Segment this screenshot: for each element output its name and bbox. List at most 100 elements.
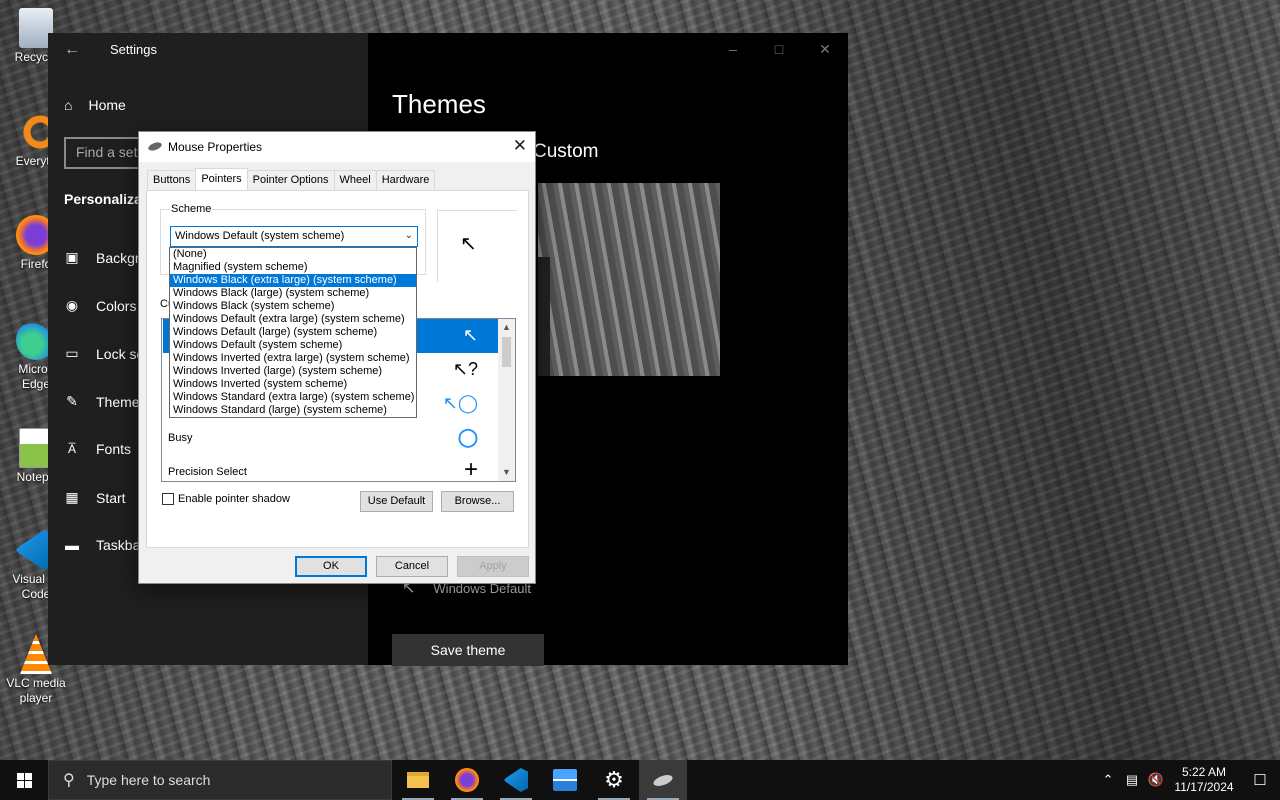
system-tray: ⌃ ▤ 🔇 5:22 AM 11/17/2024 ☐ [1096,760,1280,800]
cancel-button[interactable]: Cancel [376,556,448,577]
scroll-thumb[interactable] [502,337,511,367]
clock[interactable]: 5:22 AM 11/17/2024 [1168,765,1240,795]
ok-button[interactable]: OK [295,556,367,577]
back-arrow-icon[interactable]: ← [64,41,80,59]
mouse-properties-dialog: Mouse Properties ✕ Buttons Pointers Poin… [138,131,536,584]
scheme-dropdown-list[interactable]: (None) Magnified (system scheme) Windows… [169,247,417,418]
taskbar: ⚲ Type here to search ⚙ ⌃ ▤ 🔇 5:22 AM 11… [0,760,1280,800]
windows-logo-icon [16,772,32,788]
tab-pointers[interactable]: Pointers [195,168,248,190]
start-icon: ▦ [65,489,79,505]
sandbox-icon [553,769,577,791]
cursor-row-precision-select[interactable]: Precision Select + [163,455,498,482]
minimize-icon[interactable]: – [710,33,756,65]
scheme-select[interactable]: Windows Default (system scheme) ⌄ [170,226,418,247]
chevron-up-icon[interactable]: ⌃ [1096,772,1120,788]
checkbox-box[interactable] [162,493,174,505]
window-controls: – □ ✕ [710,33,848,65]
mouse-icon [652,772,674,788]
mouse-icon [147,140,163,153]
cursor-row-busy[interactable]: Busy ◯ [163,421,498,455]
desktop-icon-label: VLC media player [6,676,66,705]
taskbar-app-vscode[interactable] [492,760,540,800]
scroll-down-icon[interactable]: ▼ [498,464,515,481]
cursor-preview: ↖ [437,210,517,282]
arrow-cursor-icon: ↖ [462,325,478,345]
start-button[interactable] [0,760,48,800]
nav-colors[interactable]: ◉ Colors [64,297,137,314]
nav-start[interactable]: ▦ Start [64,489,125,506]
current-theme-title: Custom [533,141,599,162]
apply-button[interactable]: Apply [457,556,529,577]
notifications-icon[interactable]: ☐ [1240,771,1280,789]
browse-button[interactable]: Browse... [441,491,514,512]
help-cursor-icon: ↖? [452,359,478,379]
tab-buttons[interactable]: Buttons [147,170,197,190]
scheme-select-value: Windows Default (system scheme) [175,230,345,242]
scheme-option[interactable]: Windows Inverted (system scheme) [170,378,416,391]
volume-muted-icon[interactable]: 🔇 [1144,772,1168,788]
scheme-option[interactable]: Windows Default (system scheme) [170,339,416,352]
scheme-option-highlighted[interactable]: Windows Black (extra large) (system sche… [170,274,416,287]
clock-date: 11/17/2024 [1174,780,1234,794]
tab-wheel[interactable]: Wheel [333,170,377,190]
taskbar-app-mouse-properties[interactable] [639,760,687,800]
nav-lock-screen[interactable]: ▭ Lock sc [64,345,143,362]
clock-time: 5:22 AM [1181,765,1227,779]
nav-taskbar[interactable]: ▬ Taskba [64,537,140,553]
arrow-cursor-icon: ↖ [460,233,477,255]
checkbox-label: Enable pointer shadow [178,493,290,505]
enable-pointer-shadow-checkbox[interactable]: Enable pointer shadow [162,493,290,505]
nav-background[interactable]: ▣ Backgr [64,249,139,266]
taskbar-app-sandbox[interactable] [541,760,589,800]
nav-home-label: Home [88,97,126,113]
scheme-option[interactable]: Windows Standard (large) (system scheme) [170,404,416,417]
nav-home[interactable]: ⌂ Home [64,97,126,113]
network-icon[interactable]: ▤ [1120,772,1144,788]
nav-label: Fonts [96,441,132,457]
close-icon[interactable]: ✕ [802,33,848,65]
scheme-option[interactable]: Windows Black (system scheme) [170,300,416,313]
vscode-icon [504,768,528,792]
dialog-tabs: Buttons Pointers Pointer Options Wheel H… [147,168,436,190]
taskbar-search-box[interactable]: ⚲ Type here to search [48,760,392,800]
cursor-list-scrollbar[interactable]: ▲ ▼ [498,319,515,481]
cursor-row-name: Busy [168,432,193,444]
theme-preview-sidebar [538,257,550,376]
scroll-up-icon[interactable]: ▲ [498,319,515,336]
scheme-option[interactable]: Windows Standard (extra large) (system s… [170,391,416,404]
nav-label: Theme [96,393,140,410]
brush-icon: ✎ [66,393,78,409]
section-heading: Personaliza [64,191,142,207]
fonts-icon: A̅ [67,442,76,456]
chevron-down-icon: ⌄ [404,230,413,241]
scheme-option[interactable]: Windows Inverted (large) (system scheme) [170,365,416,378]
maximize-icon[interactable]: □ [756,33,802,65]
cursor-row-name: Precision Select [168,466,247,478]
scheme-option[interactable]: Windows Default (large) (system scheme) [170,326,416,339]
taskbar-search-placeholder: Type here to search [86,772,211,788]
nav-fonts[interactable]: A̅ Fonts [64,441,131,457]
scheme-option[interactable]: Windows Inverted (extra large) (system s… [170,352,416,365]
nav-label: Lock sc [96,345,144,362]
taskbar-app-file-explorer[interactable] [394,760,442,800]
crosshair-cursor-icon: + [463,456,478,482]
taskbar-app-firefox[interactable] [443,760,491,800]
scheme-option[interactable]: Windows Default (extra large) (system sc… [170,313,416,326]
tab-hardware[interactable]: Hardware [375,170,436,190]
save-theme-button[interactable]: Save theme [392,634,544,666]
working-cursor-icon: ↖◯ [442,393,478,413]
scheme-option[interactable]: Windows Black (large) (system scheme) [170,287,416,300]
search-icon: ⚲ [63,772,75,789]
tab-pointer-options[interactable]: Pointer Options [246,170,335,190]
close-icon[interactable]: ✕ [513,136,527,156]
image-icon: ▣ [65,249,79,265]
nav-themes[interactable]: ✎ Theme [64,393,140,410]
dialog-titlebar: Mouse Properties ✕ [139,132,535,162]
scheme-option[interactable]: (None) [170,248,416,261]
settings-titlebar: ← Settings [48,33,368,65]
file-explorer-icon [407,772,429,788]
taskbar-app-settings[interactable]: ⚙ [590,760,638,800]
use-default-button[interactable]: Use Default [360,491,433,512]
scheme-option[interactable]: Magnified (system scheme) [170,261,416,274]
